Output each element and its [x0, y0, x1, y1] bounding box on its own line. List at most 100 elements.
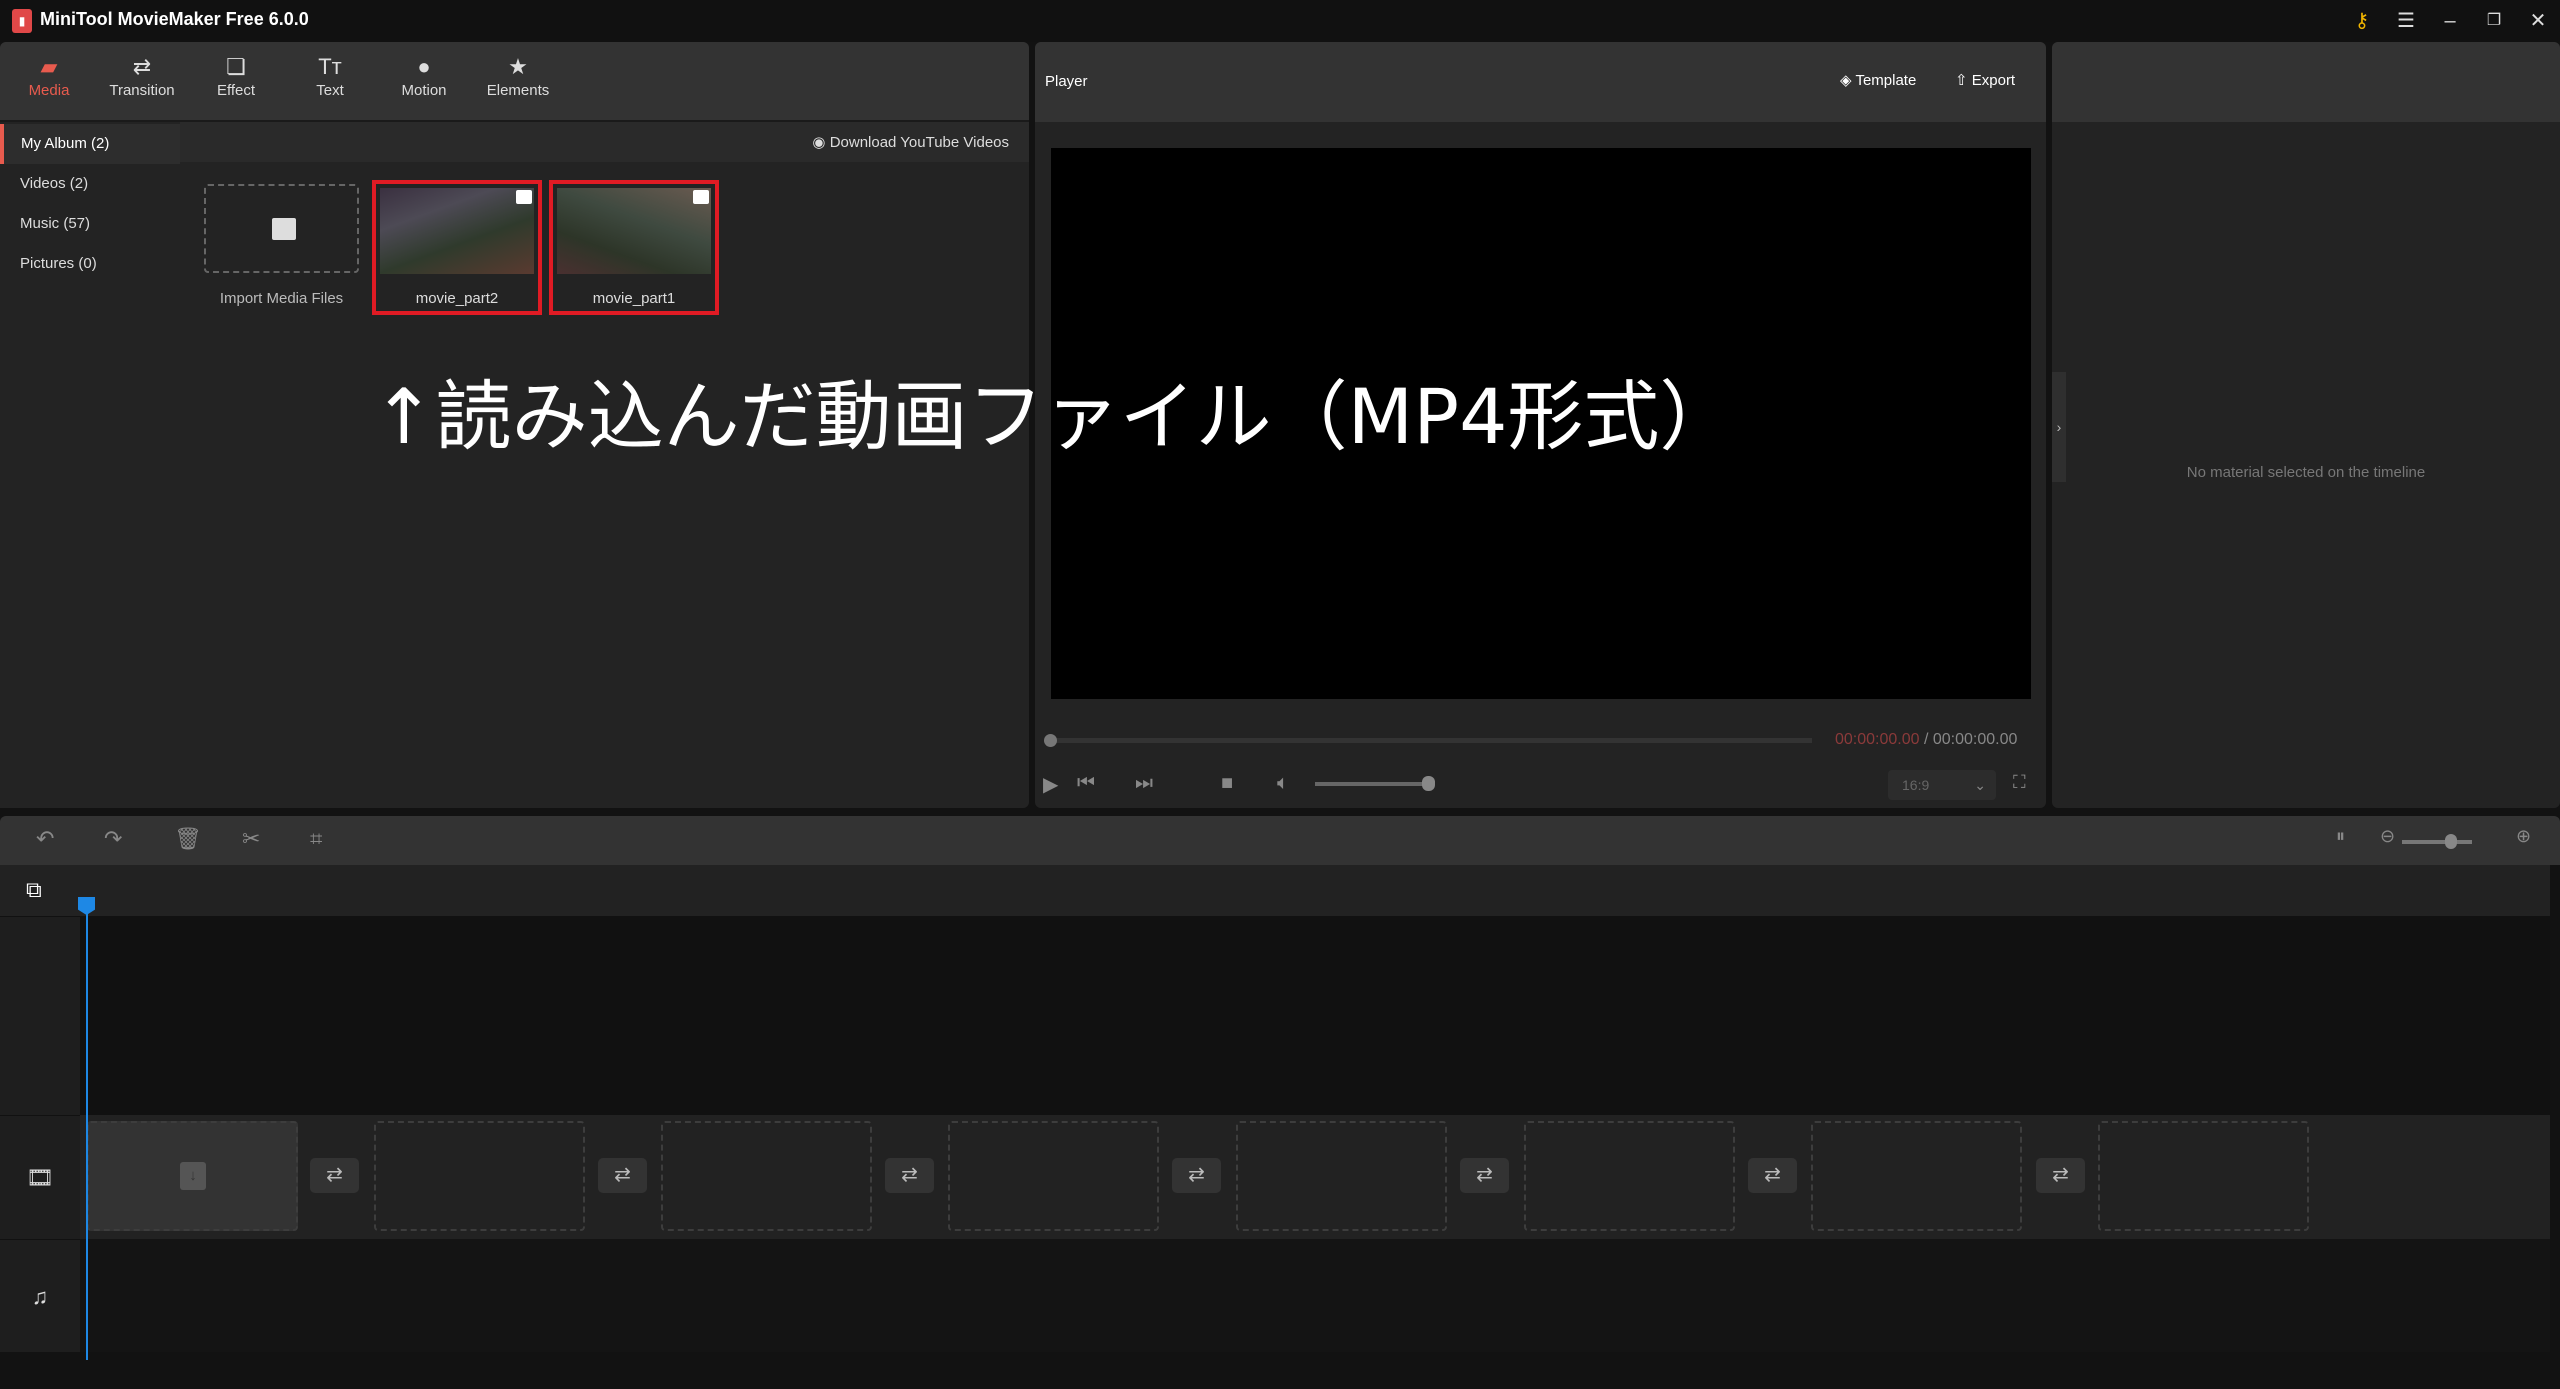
timeline-clip-slot[interactable]: [2098, 1121, 2309, 1231]
tab-media[interactable]: ▰ Media: [4, 52, 94, 99]
tab-text[interactable]: Tт Text: [285, 52, 375, 99]
export-label: Export: [1971, 72, 2016, 89]
overlay-track: [80, 916, 2550, 1115]
media-header: ◉ Download YouTube Videos: [180, 122, 1029, 162]
template-label: Template: [1855, 72, 1917, 89]
tab-label: Motion: [401, 82, 447, 99]
previous-frame-button[interactable]: ⏮: [1077, 772, 1095, 795]
timeline-clip-slot[interactable]: [374, 1121, 585, 1231]
star-icon: ★: [508, 54, 528, 79]
track-header-empty: [0, 916, 80, 1115]
tab-label: Effect: [216, 82, 256, 99]
volume-icon[interactable]: 🔈︎: [1277, 772, 1289, 795]
sidebar-item-my-album[interactable]: My Album (2): [0, 124, 180, 164]
timeline-clip-slot[interactable]: [1524, 1121, 1735, 1231]
app-logo-icon: ▮: [12, 9, 32, 33]
aspect-ratio-value: 16:9: [1902, 777, 1930, 793]
tab-label: Text: [316, 82, 344, 99]
folder-icon: [272, 218, 296, 240]
stop-button[interactable]: ■: [1221, 772, 1233, 795]
playhead-line[interactable]: [86, 905, 88, 1360]
zoom-handle[interactable]: [2445, 834, 2457, 849]
folder-icon: ▰: [40, 54, 58, 79]
snap-icon[interactable]: ⏸: [2336, 826, 2345, 847]
sidebar-item-videos[interactable]: Videos (2): [0, 164, 180, 204]
zoom-out-icon[interactable]: ⊖: [2380, 826, 2395, 847]
transition-slot[interactable]: ⇄: [1460, 1158, 1509, 1193]
upload-icon: ⇧: [1955, 72, 1972, 89]
tab-effect[interactable]: ❏ Effect: [191, 52, 281, 99]
media-item[interactable]: movie_part1: [549, 180, 719, 315]
seek-bar[interactable]: [1049, 738, 1812, 743]
tab-label: Transition: [109, 82, 175, 99]
export-button[interactable]: ⇧ Export: [1955, 71, 2015, 89]
zoom-in-icon[interactable]: ⊕: [2516, 826, 2531, 847]
restore-button[interactable]: ❐: [2476, 6, 2512, 36]
annotation-text: ↑読み込んだ動画ファイル（MP4形式）: [372, 372, 1736, 461]
crop-icon[interactable]: ⌗: [310, 826, 322, 852]
layers-icon: ◈: [1840, 72, 1856, 89]
film-icon: 🎞︎: [0, 1115, 80, 1239]
menu-icon[interactable]: ☰: [2388, 6, 2424, 36]
next-frame-button[interactable]: ⏭: [1135, 772, 1153, 795]
zoom-slider[interactable]: [2402, 840, 2472, 844]
time-display: 00:00:00.00 / 00:00:00.00: [1835, 731, 2017, 749]
video-camera-icon: [693, 190, 709, 204]
tab-motion[interactable]: ● Motion: [379, 52, 469, 99]
audio-track: [80, 1239, 2550, 1352]
import-media-button[interactable]: [204, 184, 359, 273]
transition-slot[interactable]: ⇄: [598, 1158, 647, 1193]
delete-icon[interactable]: 🗑︎: [174, 826, 202, 852]
timeline-ruler[interactable]: ⧉: [0, 865, 2550, 916]
sidebar-item-pictures[interactable]: Pictures (0): [0, 244, 180, 284]
timeline-clip-slot[interactable]: [661, 1121, 872, 1231]
timeline-clip-slot[interactable]: ↓: [87, 1121, 298, 1231]
title-bar: ▮ MiniTool MovieMaker Free 6.0.0 ⚷ ☰ – ❐…: [0, 0, 2560, 42]
transition-slot[interactable]: ⇄: [1172, 1158, 1221, 1193]
key-icon[interactable]: ⚷: [2344, 6, 2380, 36]
drop-download-icon: ↓: [180, 1162, 206, 1190]
close-button[interactable]: ✕: [2520, 6, 2556, 36]
text-icon: Tт: [318, 54, 342, 79]
minimize-button[interactable]: –: [2432, 6, 2468, 36]
volume-slider[interactable]: [1315, 782, 1425, 786]
timeline-clip-slot[interactable]: [1236, 1121, 1447, 1231]
seek-handle[interactable]: [1044, 734, 1057, 747]
motion-icon: ●: [417, 54, 431, 79]
scissors-icon[interactable]: ✂: [242, 826, 260, 852]
chevron-down-icon: ⌄: [1974, 777, 1986, 793]
volume-handle[interactable]: [1422, 776, 1435, 791]
tab-transition[interactable]: ⇄ Transition: [97, 52, 187, 99]
youtube-icon: ◉: [812, 134, 830, 151]
add-track-icon[interactable]: ⧉: [26, 877, 42, 903]
undo-icon[interactable]: ↶: [36, 826, 54, 852]
main-tabs: ▰ Media ⇄ Transition ❏ Effect Tт Text ● Motio…: [0, 42, 1029, 122]
template-button[interactable]: ◈ Template: [1840, 71, 1916, 89]
properties-panel: › No material selected on the timeline: [2052, 42, 2560, 808]
swap-icon: ⇄: [132, 54, 152, 79]
time-separator: /: [1919, 731, 1933, 748]
timeline-clip-slot[interactable]: [948, 1121, 1159, 1231]
media-item[interactable]: movie_part2: [372, 180, 542, 315]
media-item-name: movie_part2: [415, 290, 499, 307]
tab-elements[interactable]: ★ Elements: [473, 52, 563, 99]
import-media-label: Import Media Files: [219, 290, 344, 307]
tab-label: Media: [28, 82, 70, 99]
redo-icon[interactable]: ↷: [104, 826, 122, 852]
download-youtube-button[interactable]: ◉ Download YouTube Videos: [812, 133, 1009, 151]
transition-slot[interactable]: ⇄: [2036, 1158, 2085, 1193]
layers-icon: ❏: [226, 54, 246, 79]
transition-slot[interactable]: ⇄: [885, 1158, 934, 1193]
video-thumbnail: [380, 188, 534, 274]
transition-slot[interactable]: ⇄: [1748, 1158, 1797, 1193]
aspect-ratio-select[interactable]: 16:9 ⌄: [1888, 770, 1996, 800]
timeline-clip-slot[interactable]: [1811, 1121, 2022, 1231]
properties-header: [2052, 42, 2560, 122]
sidebar-item-music[interactable]: Music (57): [0, 204, 180, 244]
fullscreen-icon[interactable]: ⛶: [2013, 772, 2026, 793]
music-icon: ♫: [0, 1239, 80, 1352]
play-button[interactable]: ▶: [1043, 772, 1058, 797]
tab-label: Elements: [486, 82, 550, 99]
transition-slot[interactable]: ⇄: [310, 1158, 359, 1193]
empty-message: No material selected on the timeline: [2186, 464, 2426, 481]
